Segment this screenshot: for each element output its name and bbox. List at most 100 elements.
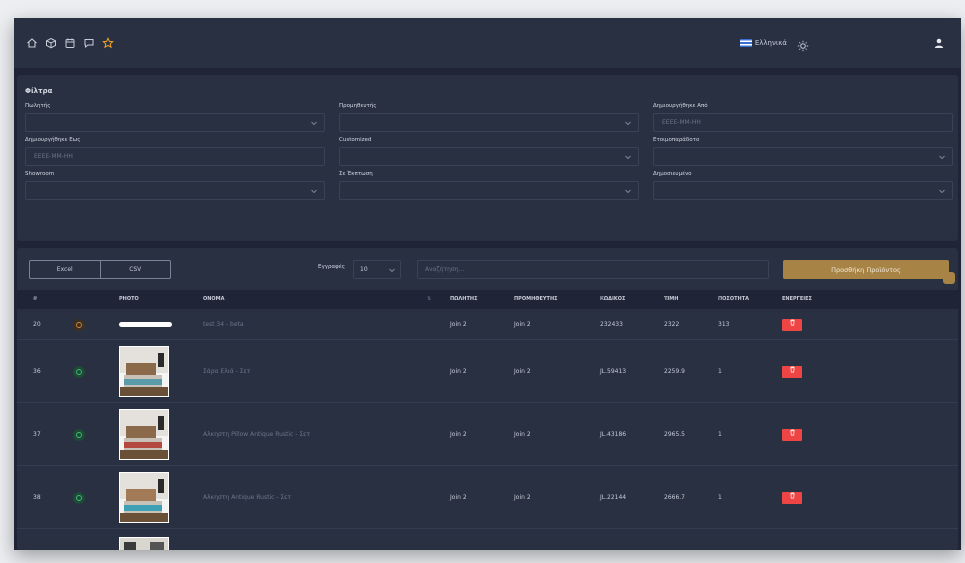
records-value: 10 <box>360 266 368 273</box>
row-quantity: 1 <box>718 367 722 375</box>
product-name-link[interactable]: Σάρα Ελιά - Σετ <box>203 368 250 375</box>
product-photo[interactable] <box>119 471 169 523</box>
row-id: 36 <box>33 367 41 375</box>
chat-icon[interactable] <box>83 37 95 49</box>
sort-icon: ⇅ <box>718 296 723 302</box>
row-id: 38 <box>33 493 41 501</box>
row-status <box>73 365 85 378</box>
search-input[interactable]: Αναζήτηση... <box>417 260 769 279</box>
product-photo[interactable] <box>119 408 169 460</box>
add-product-button[interactable]: Προσθήκη Προϊόντος <box>783 260 949 279</box>
product-name-link[interactable]: Αλκηστη Antique Rustic - Σετ <box>203 494 291 501</box>
row-supplier: Join 2 <box>514 367 531 375</box>
row-seller: Join 2 <box>450 430 467 438</box>
trash-icon <box>789 366 796 373</box>
filter-label: Customized <box>339 137 372 143</box>
filter-ready-stock: Ετοιμοπαράδοτο <box>653 137 953 166</box>
showroom-select[interactable] <box>25 181 325 200</box>
action-button[interactable] <box>782 365 802 378</box>
settings-gear-icon[interactable] <box>943 272 955 284</box>
table-row: 37 Αλκηστη Pillow Antique Rustic - Σετ Joi… <box>17 403 958 466</box>
published-select[interactable] <box>653 181 953 200</box>
filter-label: Πωλητής <box>25 103 51 109</box>
filter-showroom: Showroom <box>25 171 325 200</box>
sort-icon: ⇅ <box>664 296 669 302</box>
row-price: 2259.9 <box>664 367 685 375</box>
top-navbar: Ελληνικά <box>14 18 961 68</box>
filter-customized: Customized <box>339 137 639 166</box>
quick-links <box>26 37 114 49</box>
created-to-input[interactable]: ΕΕΕΕ-ΜΜ-ΗΗ <box>25 147 325 166</box>
table-row-partial <box>17 529 958 550</box>
table-controls: Excel CSV Εγγραφές 10 Αναζήτηση... Προσθ… <box>29 260 958 280</box>
row-quantity: 1 <box>718 493 722 501</box>
action-button[interactable] <box>782 319 802 331</box>
home-icon[interactable] <box>26 37 38 49</box>
chevron-down-icon <box>388 266 396 274</box>
export-excel-button[interactable]: Excel <box>30 261 100 278</box>
product-photo[interactable] <box>119 345 169 397</box>
table-row: 36 Σάρα Ελιά - Σετ Join 2 Join 2 JL.59413 225… <box>17 340 958 403</box>
row-code: JL.43186 <box>600 430 627 438</box>
filter-label: Προμηθευτής <box>339 103 377 109</box>
table-row: 20 test 34 - beta Join 2 Join 2 232433 2322 31… <box>17 310 958 340</box>
chevron-down-icon <box>624 187 632 195</box>
status-pending-icon[interactable] <box>73 319 85 331</box>
row-supplier: Join 2 <box>514 430 531 438</box>
row-supplier: Join 2 <box>514 321 531 328</box>
col-name[interactable]: ΟΝΟΜΑ <box>203 290 225 309</box>
star-icon[interactable] <box>102 37 114 49</box>
sun-icon[interactable] <box>797 37 809 52</box>
filter-label: Σε Έκπτωση <box>339 171 373 177</box>
status-active-icon[interactable] <box>73 365 85 378</box>
trash-icon <box>789 492 796 499</box>
created-from-input[interactable]: ΕΕΕΕ-ΜΜ-ΗΗ <box>653 113 953 132</box>
action-button[interactable] <box>782 428 802 441</box>
date-placeholder: ΕΕΕΕ-ΜΜ-ΗΗ <box>662 119 701 126</box>
row-id: 20 <box>33 321 41 328</box>
box-icon[interactable] <box>45 37 57 49</box>
records-per-page-select[interactable]: 10 <box>353 260 401 279</box>
on-sale-select[interactable] <box>339 181 639 200</box>
sort-icon: ⇅ <box>33 296 38 302</box>
sort-icon[interactable]: ⇅ <box>427 290 431 309</box>
col-supplier[interactable]: ΠΡΟΜΗΘΕΥΤΗΣ <box>514 290 558 309</box>
product-name-link[interactable]: Αλκηστη Pillow Antique Rustic - Σετ <box>203 431 310 438</box>
language-selector[interactable]: Ελληνικά <box>739 39 787 47</box>
action-button[interactable] <box>782 491 802 504</box>
filter-seller: Πωλητής <box>25 103 325 132</box>
status-active-icon[interactable] <box>73 491 85 504</box>
user-menu-button[interactable] <box>929 33 949 53</box>
sort-icon: ⇅ <box>600 296 605 302</box>
col-seller[interactable]: ΠΩΛΗΤΗΣ <box>450 290 478 309</box>
product-name-link[interactable]: test 34 - beta <box>203 321 244 328</box>
records-label: Εγγραφές <box>318 264 345 270</box>
col-actions: ΕΝΕΡΓΕΙΕΣ <box>782 296 812 302</box>
filter-label: Ετοιμοπαράδοτο <box>653 137 700 143</box>
supplier-select[interactable] <box>339 113 639 132</box>
col-photo: PHOTO <box>119 296 139 302</box>
status-active-icon[interactable] <box>73 428 85 441</box>
chevron-down-icon <box>310 187 318 195</box>
filters-panel: Φίλτρα Πωλητής Προμηθευτής Δημιουργήθηκε… <box>17 75 958 241</box>
language-label: Ελληνικά <box>754 39 787 47</box>
product-photo[interactable] <box>119 537 169 550</box>
seller-select[interactable] <box>25 113 325 132</box>
filters-grid: Πωλητής Προμηθευτής Δημιουργήθηκε Από ΕΕ… <box>25 103 953 200</box>
ready-stock-select[interactable] <box>653 147 953 166</box>
row-seller: Join 2 <box>450 367 467 375</box>
chevron-down-icon <box>938 153 946 161</box>
filter-published: Δημοσιευμένο <box>653 171 953 200</box>
calendar-icon[interactable] <box>64 37 76 49</box>
trash-icon <box>789 319 796 326</box>
customized-select[interactable] <box>339 147 639 166</box>
export-csv-button[interactable]: CSV <box>99 261 171 278</box>
filter-created-to: Δημιουργήθηκε Εως ΕΕΕΕ-ΜΜ-ΗΗ <box>25 137 325 166</box>
products-panel: Excel CSV Εγγραφές 10 Αναζήτηση... Προσθ… <box>17 248 958 550</box>
row-seller: Join 2 <box>450 493 467 501</box>
filter-created-from: Δημιουργήθηκε Από ΕΕΕΕ-ΜΜ-ΗΗ <box>653 103 953 132</box>
chevron-down-icon <box>624 153 632 161</box>
filter-supplier: Προμηθευτής <box>339 103 639 132</box>
row-price: 2322 <box>664 321 680 328</box>
product-photo-placeholder <box>119 322 172 327</box>
